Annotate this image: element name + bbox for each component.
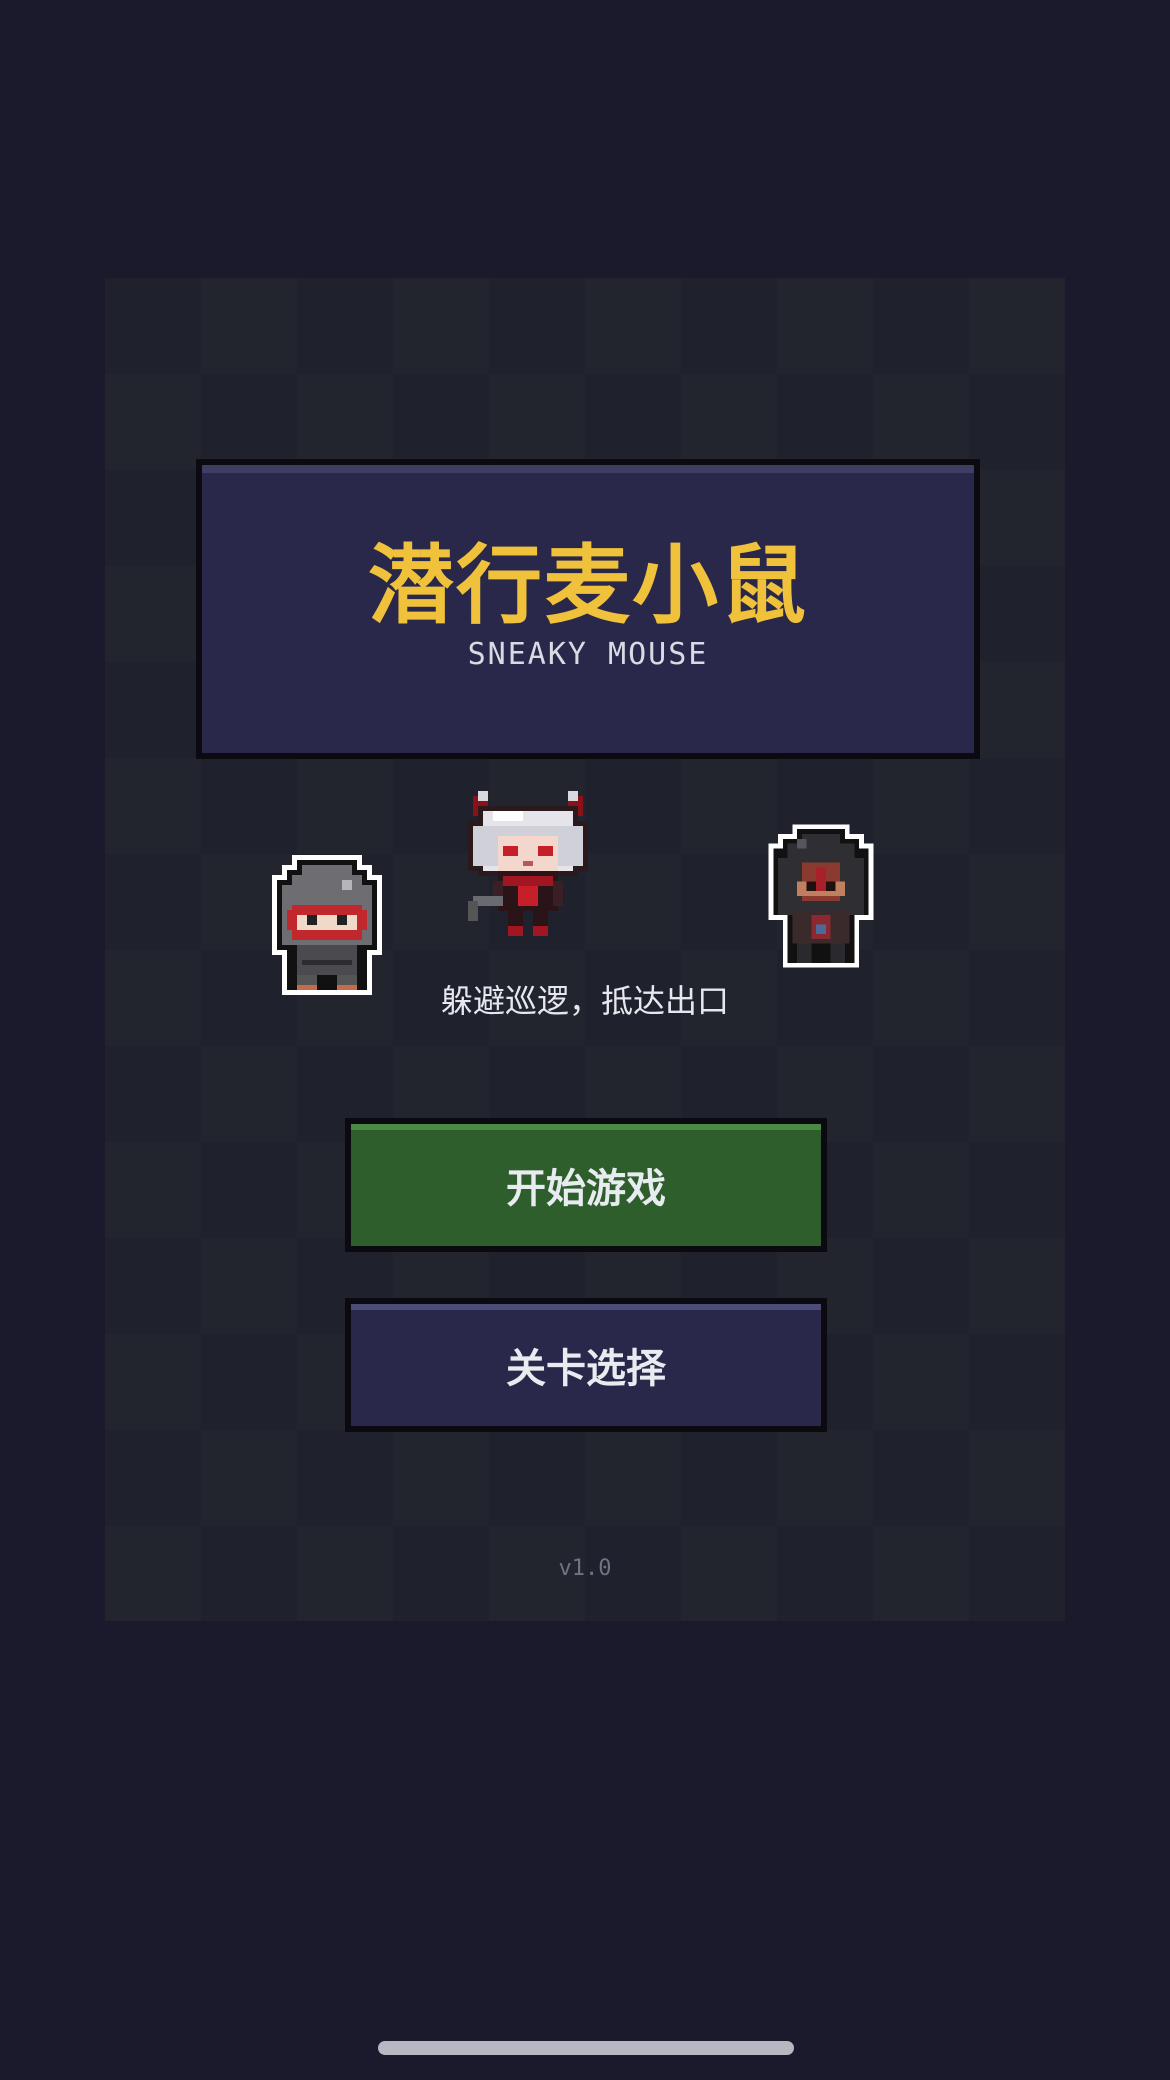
home-indicator[interactable]: [378, 2041, 794, 2055]
game-screen: 潜行麦小鼠 SNEAKY MOUSE 躲避巡逻，抵达出口 开始游戏 关卡选择 v…: [0, 0, 1170, 2080]
title-banner: 潜行麦小鼠 SNEAKY MOUSE: [196, 459, 980, 759]
game-title: 潜行麦小鼠: [368, 536, 808, 636]
game-subtitle: SNEAKY MOUSE: [467, 637, 709, 672]
tagline: 躲避巡逻，抵达出口: [440, 982, 729, 1020]
hooded-figure-sprite: [759, 824, 883, 968]
level-select-button[interactable]: 关卡选择: [345, 1298, 827, 1432]
version-label: v1.0: [558, 1556, 612, 1581]
white-haired-girl-sprite: [457, 791, 599, 941]
ninja-mouse-sprite: [267, 854, 397, 996]
start-game-button[interactable]: 开始游戏: [345, 1118, 827, 1252]
game-panel: 潜行麦小鼠 SNEAKY MOUSE 躲避巡逻，抵达出口 开始游戏 关卡选择 v…: [105, 278, 1065, 1621]
